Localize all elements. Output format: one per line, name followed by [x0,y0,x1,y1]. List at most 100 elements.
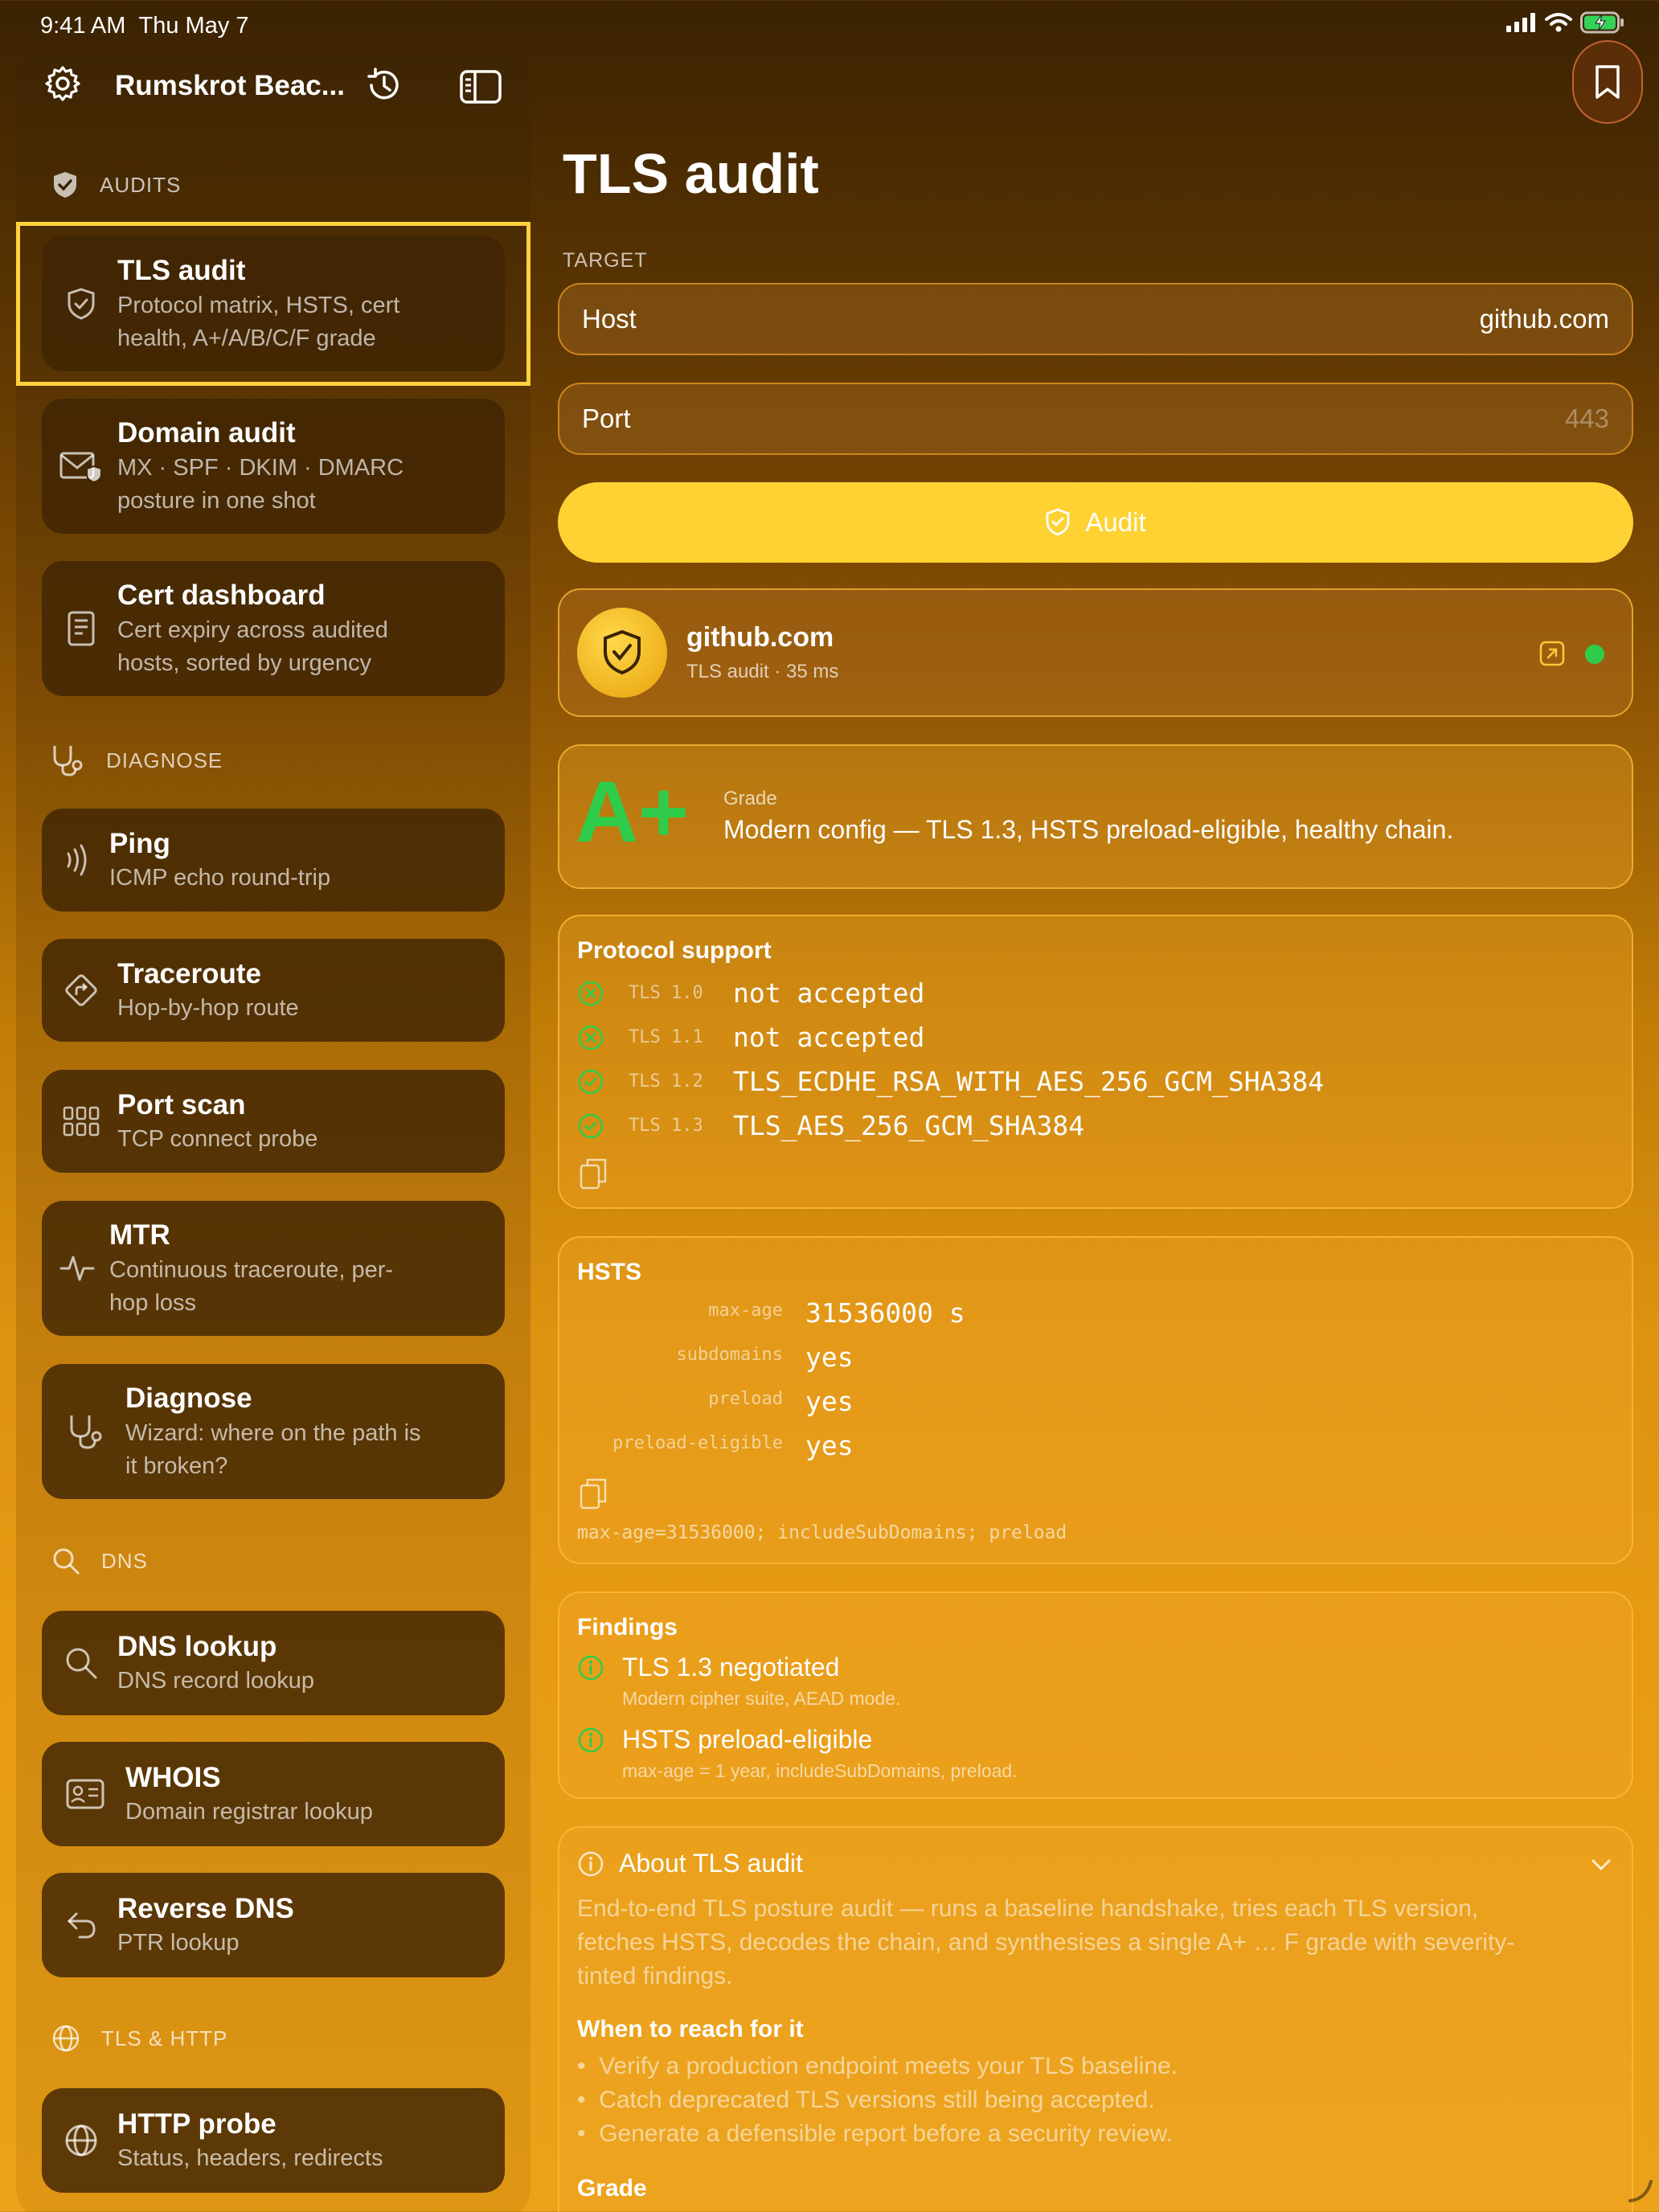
item-subtitle: TCP connect probe [117,1126,318,1153]
hsts-title: HSTS [577,1259,642,1285]
port-input[interactable]: 443 [1565,403,1609,434]
search-icon [66,1648,97,1679]
item-title: Domain audit [117,416,296,449]
about-when-title: When to reach for it [577,2016,804,2042]
sidebar-item-ping[interactable]: Ping ICMP echo round-trip [42,809,505,911]
shield-check-icon [604,629,641,675]
item-title: HTTP probe [117,2108,276,2140]
pulse-icon [59,1256,95,1281]
findings-title: Findings [577,1614,678,1641]
document-icon [68,611,95,646]
item-title: TLS audit [117,254,246,286]
hsts-raw-header: max-age=31536000; includeSubDomains; pre… [577,1522,1067,1543]
sidebar-item-dns-lookup[interactable]: DNS lookup DNS record lookup [42,1611,505,1715]
protocol-row: TLS 1.3 TLS_AES_256_GCM_SHA384 [577,1110,1084,1141]
host-label: Host [582,304,637,334]
bookmark-icon [1596,65,1620,99]
host-input[interactable]: github.com [1480,304,1609,334]
item-subtitle: PTR lookup [117,1930,240,1956]
port-field[interactable]: Port 443 [558,383,1633,455]
collapse-about-button[interactable] [1588,1852,1614,1878]
item-subtitle: ICMP echo round-trip [109,865,331,891]
hsts-key: preload-eligible [612,1433,783,1453]
hsts-card: HSTS max-age 31536000 s subdomains yes p… [558,1236,1633,1564]
check-circle-icon [578,1069,604,1094]
settings-button[interactable] [40,61,85,106]
item-title: Diagnose [125,1382,252,1414]
copy-icon [580,1158,607,1190]
x-circle-icon [578,981,604,1006]
grade-letter: A+ [576,763,690,860]
host-field[interactable]: Host github.com [558,283,1633,355]
sidebar-item-whois[interactable]: WHOIS Domain registrar lookup [42,1742,505,1846]
grid-icon [63,1106,100,1137]
shield-check-icon [68,288,95,320]
bookmark-button[interactable] [1572,40,1643,124]
sidebar-item-port-scan[interactable]: Port scan TCP connect probe [42,1070,505,1173]
grade-summary: Modern config — TLS 1.3, HSTS preload-el… [723,815,1454,844]
search-icon [53,1548,80,1575]
protocol-value: not accepted [733,977,925,1009]
item-subtitle: Cert expiry across audited [117,616,388,643]
arrow-up-right-icon [1539,641,1565,666]
item-title: WHOIS [125,1761,221,1793]
result-header-card: github.com TLS audit · 35 ms [558,588,1633,717]
section-audits: AUDITS [51,170,181,199]
sidebar-item-diagnose[interactable]: Diagnose Wizard: where on the path is it… [42,1364,505,1499]
about-grade-title: Grade [577,2175,647,2202]
item-subtitle: Hop-by-hop route [117,995,299,1022]
item-subtitle: MX · SPF · DKIM · DMARC [117,454,404,481]
sidebar-item-cert-dashboard[interactable]: Cert dashboard Cert expiry across audite… [42,561,505,696]
sidebar-item-domain-audit[interactable]: Domain audit MX · SPF · DKIM · DMARC pos… [42,399,505,534]
protocol-support-card: Protocol support TLS 1.0 not accepted TL… [558,915,1633,1209]
copy-protocol-button[interactable] [577,1156,609,1191]
history-button[interactable] [362,63,407,108]
audit-button[interactable]: Audit [558,482,1633,563]
hsts-value: 31536000 s [805,1297,965,1329]
info-circle-icon [578,1851,604,1876]
history-clock-icon [367,68,399,100]
sidebar-item-tls-audit[interactable]: TLS audit Protocol matrix, HSTS, cert he… [42,236,505,371]
item-title: Reverse DNS [117,1892,294,1924]
shield-check-icon [54,172,76,198]
item-subtitle: hosts, sorted by urgency [117,649,371,676]
hsts-value: yes [805,1386,854,1417]
grade-card: A+ Grade Modern config — TLS 1.3, HSTS p… [558,744,1633,889]
item-title: MTR [109,1219,170,1251]
gear-icon [45,66,80,101]
about-bullet: • Catch deprecated TLS versions still be… [577,2087,1155,2113]
sidebar-item-http-probe[interactable]: HTTP probe Status, headers, redirects [42,2088,505,2193]
hsts-value: yes [805,1342,854,1373]
id-card-icon [66,1779,104,1809]
result-host: github.com [686,622,834,653]
shield-check-icon [1046,508,1070,536]
finding-title: TLS 1.3 negotiated [622,1653,840,1682]
sidebar-item-traceroute[interactable]: Traceroute Hop-by-hop route [42,939,505,1042]
workspace-title[interactable]: Rumskrot Beac... [115,70,345,102]
globe-icon [52,2025,80,2052]
info-circle-icon [578,1655,604,1681]
copy-hsts-button[interactable] [577,1476,609,1511]
section-dns: DNS [51,1546,148,1575]
item-subtitle: health, A+/A/B/C/F grade [117,325,376,351]
open-external-button[interactable] [1538,640,1566,667]
sidebar-item-mtr[interactable]: MTR Continuous traceroute, per- hop loss [42,1201,505,1336]
finding-title: HSTS preload-eligible [622,1725,873,1754]
status-indicators [1506,11,1625,34]
sidebar-icon [460,70,502,104]
section-tls-http: TLS & HTTP [51,2024,227,2053]
item-title: Port scan [117,1088,246,1120]
hsts-value: yes [805,1430,854,1461]
sidebar-item-reverse-dns[interactable]: Reverse DNS PTR lookup [42,1873,505,1977]
wifi-icon [1545,13,1572,32]
about-header[interactable]: About TLS audit [577,1849,803,1878]
globe-icon [65,2124,97,2157]
check-circle-icon [578,1113,604,1138]
envelope-shield-icon [59,452,102,484]
about-title: About TLS audit [619,1849,803,1878]
about-bullet: • Verify a production endpoint meets you… [577,2053,1178,2079]
toggle-sidebar-button[interactable] [457,64,505,109]
signal-waves-icon [67,844,87,876]
copy-icon [580,1478,607,1509]
resize-handle-icon[interactable] [1627,2177,1654,2204]
